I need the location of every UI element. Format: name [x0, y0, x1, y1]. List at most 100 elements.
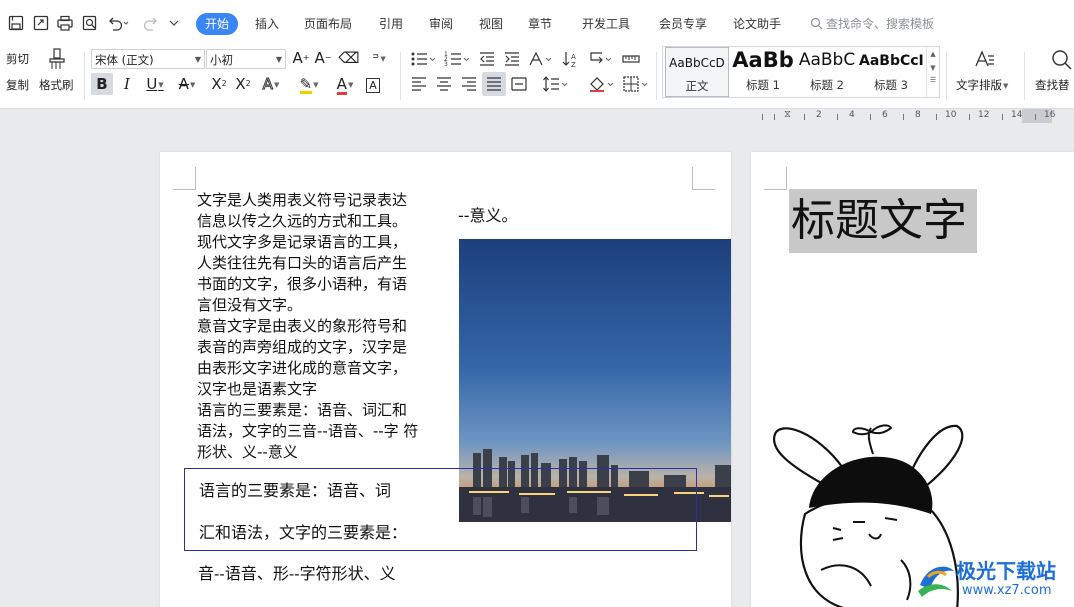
bullet-list-icon[interactable]	[410, 50, 438, 68]
body-text-column[interactable]: 文字是人类用表义符号记录表达 信息以传之久远的方式和工具。 现代文字多是记录语言…	[197, 190, 437, 463]
style-heading-3[interactable]: AaBbCcI 标题 3	[859, 47, 923, 97]
text-line: 言但没有文字。	[197, 296, 303, 314]
tab-member[interactable]: 会员专享	[659, 13, 707, 35]
tab-page-layout[interactable]: 页面布局	[304, 13, 352, 35]
ruler-label: 4	[849, 110, 855, 120]
grow-font-icon[interactable]: A+	[290, 47, 312, 69]
tab-references[interactable]: 引用	[379, 13, 403, 35]
align-left-icon[interactable]	[410, 75, 428, 93]
bold-icon[interactable]: B	[91, 73, 113, 95]
style-sample: AaBbCcI	[859, 53, 923, 69]
command-search[interactable]: 查找命令、搜索模板	[810, 13, 934, 35]
tab-chapter[interactable]: 章节	[528, 13, 552, 35]
numbered-list-icon[interactable]: 123	[444, 50, 472, 68]
find-replace-button[interactable]: 查找替	[1035, 77, 1070, 93]
customize-toolbar-icon[interactable]	[168, 14, 180, 32]
text-layout-icon[interactable]	[972, 48, 996, 72]
decrease-indent-icon[interactable]	[478, 50, 496, 68]
ruler-label: 12	[978, 110, 990, 120]
text-effect-icon[interactable]: A▼	[256, 73, 286, 95]
text-box[interactable]: 语言的三要素是：语音、词 汇和语法，文字的三要素是：	[184, 468, 697, 551]
save-icon[interactable]	[7, 14, 25, 32]
justify-icon[interactable]	[482, 72, 506, 96]
text-box-line: 语言的三要素是：语音、词	[199, 481, 392, 500]
find-icon[interactable]	[1050, 48, 1074, 72]
borders-icon[interactable]	[622, 75, 650, 93]
distributed-align-icon[interactable]	[510, 75, 528, 93]
divider	[656, 52, 657, 100]
ruler-icon[interactable]	[622, 50, 640, 68]
svg-text:A: A	[571, 53, 576, 61]
print-preview-icon[interactable]	[81, 14, 99, 32]
cut-button[interactable]: 剪切	[6, 51, 29, 67]
align-center-icon[interactable]	[435, 75, 453, 93]
text-line: 汉字也是语素文字	[197, 380, 318, 398]
line-spacing-icon[interactable]	[542, 75, 570, 93]
clear-format-icon[interactable]: ⌫	[338, 47, 360, 69]
text-layout-button[interactable]: 文字排版▼	[956, 77, 1008, 93]
text-line: 文字是人类用表义符号记录表达	[197, 191, 408, 209]
chinese-layout-icon[interactable]	[528, 50, 554, 68]
tab-thesis-assistant[interactable]: 论文助手	[733, 13, 781, 35]
shrink-font-icon[interactable]: A−	[312, 47, 334, 69]
style-name: 正文	[685, 79, 709, 93]
document-page-2[interactable]: 标题文字	[751, 152, 1074, 607]
indent-marker-icon[interactable]: ⧖	[784, 109, 791, 120]
redo-icon[interactable]	[142, 14, 160, 32]
ruler-label: 6	[882, 110, 888, 120]
heading-text[interactable]: 标题文字	[789, 189, 977, 253]
text-line: 由表形文字进化成的意音文字，	[197, 359, 408, 377]
ruler-tick	[1035, 114, 1036, 120]
phonetic-guide-icon[interactable]: ᵙ▼	[364, 47, 394, 69]
format-painter-icon[interactable]	[47, 47, 67, 71]
aurora-logo-icon	[918, 566, 954, 597]
tab-developer[interactable]: 开发工具	[582, 13, 630, 35]
export-icon[interactable]	[32, 14, 50, 32]
tab-bar: 开始 插入 页面布局 引用 审阅 视图 章节 开发工具 会员专享 论文助手 查找…	[0, 0, 1074, 46]
text-line: 语言的三要素是：语音、词汇和	[197, 401, 408, 419]
ruler-tick	[762, 114, 763, 120]
ruler-tick	[804, 114, 805, 120]
shading-icon[interactable]	[588, 75, 616, 93]
copy-button[interactable]: 复制	[6, 77, 29, 93]
print-icon[interactable]	[56, 14, 74, 32]
tab-start[interactable]: 开始	[196, 13, 239, 35]
italic-icon[interactable]: I	[116, 73, 138, 95]
text-line[interactable]: 音--语音、形--字符形状、义	[198, 560, 396, 584]
tab-insert[interactable]: 插入	[255, 13, 279, 35]
underline-icon[interactable]: U▼	[140, 73, 170, 95]
style-heading-2[interactable]: AaBbC 标题 2	[795, 47, 859, 97]
subscript-icon[interactable]: X2	[232, 73, 254, 95]
format-painter-button[interactable]: 格式刷	[39, 77, 74, 93]
styles-scroll[interactable]: ▲ ▼ ☰	[926, 47, 939, 97]
superscript-icon[interactable]: X2	[208, 73, 230, 95]
ruler-tick	[903, 114, 904, 120]
second-column-text[interactable]: --意义。	[458, 202, 518, 226]
increase-indent-icon[interactable]	[503, 50, 521, 68]
font-color-icon[interactable]: A▼	[330, 73, 360, 95]
align-right-icon[interactable]	[460, 75, 478, 93]
sort-icon[interactable]: AZ	[562, 50, 580, 68]
tab-view[interactable]: 视图	[479, 13, 503, 35]
horizontal-ruler[interactable]: ⧖ 2 4 6 8 10 12 14 16	[752, 109, 1074, 125]
strikethrough-icon[interactable]: A▼	[172, 73, 202, 95]
character-border-icon[interactable]: A	[362, 73, 384, 95]
document-page-1[interactable]: 文字是人类用表义符号记录表达 信息以传之久远的方式和工具。 现代文字多是记录语言…	[160, 152, 731, 607]
undo-icon[interactable]	[106, 14, 130, 32]
tab-review[interactable]: 审阅	[429, 13, 453, 35]
chevron-down-icon: ▼	[194, 55, 201, 64]
font-name-value: 宋体 (正文)	[95, 53, 154, 67]
font-name-select[interactable]: 宋体 (正文) ▼	[91, 49, 205, 69]
text-line: 人类往往先有口头的语言后产生	[197, 254, 408, 272]
chevron-down-icon: ▼	[275, 55, 282, 64]
ruler-label: 10	[945, 110, 957, 120]
style-name: 标题 2	[810, 78, 844, 92]
font-size-value: 小初	[210, 53, 233, 67]
highlight-icon[interactable]: ✎▼	[292, 73, 326, 95]
divider	[1024, 52, 1025, 100]
font-size-select[interactable]: 小初 ▼	[206, 49, 286, 69]
style-heading-1[interactable]: AaBb 标题 1	[731, 47, 795, 97]
ruler-tick	[774, 114, 775, 120]
style-normal[interactable]: AaBbCcD 正文	[665, 47, 729, 97]
show-hide-marks-icon[interactable]	[588, 50, 614, 68]
